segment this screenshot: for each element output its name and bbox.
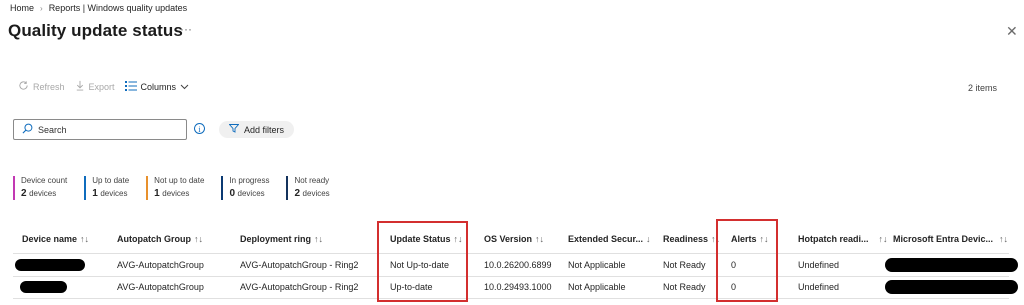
summary-tile-label: Not up to date [154,176,205,185]
breadcrumb-separator: › [40,3,43,13]
summary-tile-label: Up to date [92,176,130,185]
column-header-label: Hotpatch readi... [798,234,869,244]
columns-button[interactable]: Columns [124,80,190,93]
column-header-readiness[interactable]: Readiness ↑↓ [663,234,720,244]
breadcrumb-home-link[interactable]: Home [10,3,34,13]
sort-icon: ↓ [646,234,651,244]
column-header-hotpatch-readiness[interactable]: Hotpatch readi... ↑↓ [798,234,888,244]
highlight-box-alerts [716,219,778,302]
column-header-entra-device[interactable]: Microsoft Entra Devic... ↑↓ [893,234,1008,244]
summary-tile-unit: devices [100,189,128,198]
summary-tile-count: 0 [229,188,235,199]
sort-icon: ↑↓ [194,234,203,244]
column-header-label: OS Version [484,234,533,244]
summary-tile-unit: devices [302,189,330,198]
summary-tile-up-to-date[interactable]: Up to date 1 devices [84,176,129,200]
column-header-label: Microsoft Entra Devic... [893,234,994,244]
add-filters-label: Add filters [244,124,285,135]
cell-extended-security: Not Applicable [568,282,626,292]
row-divider [13,276,1009,277]
column-header-extended-security[interactable]: Extended Secur... ↓ [568,234,651,244]
info-icon[interactable]: i [194,123,205,134]
close-button[interactable]: ✕ [1006,23,1018,40]
sort-icon: ↑↓ [535,234,545,244]
cell-os-version: 10.0.29493.1000 [484,282,552,292]
cell-os-version: 10.0.26200.6899 [484,260,552,270]
highlight-box-update-status [377,221,468,302]
row-divider [13,298,1009,299]
redacted-device-name [20,281,67,293]
column-header-device-name[interactable]: Device name ↑↓ [22,234,89,244]
redacted-entra-device [885,258,1018,272]
breadcrumb: Home › Reports | Windows quality updates [10,3,187,13]
sort-icon: ↑↓ [314,234,324,244]
redacted-device-name [15,259,85,271]
cell-readiness: Not Ready [663,260,706,270]
summary-tile-color-bar [84,176,87,200]
toolbar: Refresh Export Columns [18,80,199,93]
column-header-label: Extended Secur... [568,234,644,244]
filter-icon [228,124,240,135]
column-header-label: Deployment ring [240,234,312,244]
summary-tile-not-ready[interactable]: Not ready 2 devices [286,176,330,200]
search-icon [22,123,33,136]
download-icon [75,80,85,93]
redacted-entra-device [885,280,1018,294]
summary-tile-in-progress[interactable]: In progress 0 devices [221,176,269,200]
summary-tile-label: Device count [21,176,68,185]
refresh-label: Refresh [33,81,65,92]
sort-icon: ↑↓ [999,234,1009,244]
more-options-button[interactable]: ··· [180,22,192,36]
summary-tile-count: 2 [21,188,27,199]
summary-tile-color-bar [146,176,149,200]
summary-tile-label: Not ready [294,176,330,185]
column-header-label: Autopatch Group [117,234,191,244]
summary-tile-color-bar [221,176,224,200]
sort-icon: ↑↓ [878,234,888,244]
column-header-label: Readiness [663,234,709,244]
breadcrumb-current-link[interactable]: Reports | Windows quality updates [49,3,187,13]
search-placeholder: Search [38,124,67,135]
refresh-button[interactable]: Refresh [18,80,65,93]
column-header-deployment-ring[interactable]: Deployment ring ↑↓ [240,234,323,244]
column-header-label: Device name [22,234,78,244]
items-count: 2 items [968,83,998,93]
export-button[interactable]: Export [75,80,115,93]
cell-extended-security: Not Applicable [568,260,626,270]
chevron-down-icon [180,82,189,92]
page-title: Quality update status [8,21,183,40]
sort-icon: ↑↓ [80,234,90,244]
export-label: Export [88,81,115,92]
cell-hotpatch-readiness: Undefined [798,282,840,292]
summary-tile-label: In progress [229,176,270,185]
add-filters-button[interactable]: Add filters [219,121,295,138]
summary-tile-unit: devices [29,189,57,198]
refresh-icon [18,80,29,93]
summary-tile-not-up-to-date[interactable]: Not up to date 1 devices [146,176,204,200]
summary-tile-count: 2 [294,188,301,199]
summary-tiles: Device count 2 devices Up to date 1 devi… [13,176,347,200]
column-header-os-version[interactable]: OS Version ↑↓ [484,234,544,244]
columns-label: Columns [140,81,177,92]
header-divider [13,253,1009,254]
summary-tile-count: 1 [154,188,160,199]
column-header-autopatch-group[interactable]: Autopatch Group ↑↓ [117,234,203,244]
cell-deployment-ring: AVG-AutopatchGroup - Ring2 [240,260,359,270]
summary-tile-color-bar [13,176,15,200]
summary-tile-color-bar [286,176,289,200]
summary-tile-device-count[interactable]: Device count 2 devices [13,176,67,200]
cell-autopatch-group: AVG-AutopatchGroup [117,260,204,270]
search-input[interactable]: Search [13,119,187,140]
summary-tile-count: 1 [92,188,98,199]
columns-icon [124,80,137,93]
cell-hotpatch-readiness: Undefined [798,260,840,270]
summary-tile-unit: devices [162,189,190,198]
cell-autopatch-group: AVG-AutopatchGroup [117,282,204,292]
cell-readiness: Not Ready [663,282,706,292]
summary-tile-unit: devices [237,189,265,198]
cell-deployment-ring: AVG-AutopatchGroup - Ring2 [240,282,359,292]
